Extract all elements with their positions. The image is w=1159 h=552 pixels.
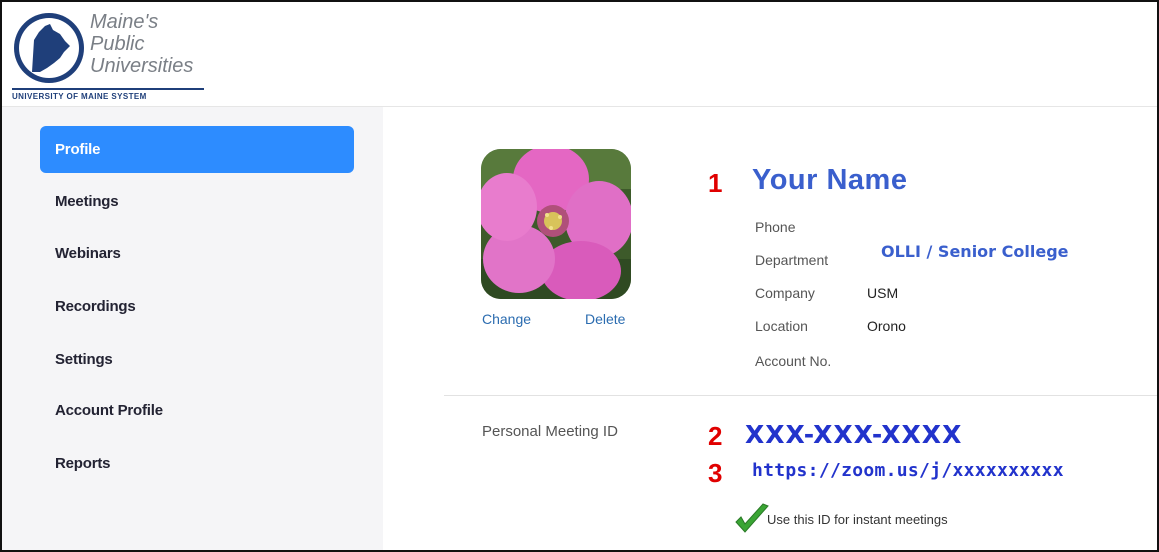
- phone-label: Phone: [755, 219, 796, 235]
- logo[interactable]: Maine's Public Universities UNIVERSITY O…: [8, 8, 204, 104]
- sidebar-item-account-profile[interactable]: Account Profile: [40, 387, 354, 434]
- maine-seal-icon: [14, 13, 84, 83]
- department-label: Department: [755, 252, 829, 268]
- delete-photo-link[interactable]: Delete: [585, 311, 625, 327]
- user-name: Your Name: [752, 164, 908, 196]
- marker-1: 1: [708, 168, 723, 198]
- sidebar-item-recordings[interactable]: Recordings: [40, 283, 354, 330]
- change-photo-link[interactable]: Change: [482, 311, 531, 327]
- sidebar-item-meetings[interactable]: Meetings: [40, 178, 354, 225]
- header: Maine's Public Universities UNIVERSITY O…: [2, 2, 1157, 107]
- logo-text-line3: Universities: [90, 55, 194, 77]
- sidebar-item-reports[interactable]: Reports: [40, 440, 354, 487]
- sidebar-item-webinars[interactable]: Webinars: [40, 230, 354, 277]
- account-no-label: Account No.: [755, 353, 832, 369]
- sidebar: Profile Meetings Webinars Recordings Set…: [2, 107, 383, 550]
- location-value: Orono: [867, 318, 906, 334]
- logo-text-line2: Public: [90, 33, 145, 55]
- logo-rule: [12, 88, 204, 90]
- personal-meeting-id-value: XXX-XXX-XXXX: [745, 420, 963, 449]
- sidebar-item-settings[interactable]: Settings: [40, 336, 354, 383]
- department-value: OLLI / Senior College: [881, 242, 1069, 261]
- marker-3: 3: [708, 458, 723, 488]
- personal-meeting-url-link[interactable]: https://zoom.us/j/xxxxxxxxxx: [752, 460, 1064, 481]
- company-value: USM: [867, 285, 899, 301]
- logo-system-text: UNIVERSITY OF MAINE SYSTEM: [12, 92, 147, 101]
- checkmark-icon[interactable]: [733, 502, 771, 538]
- location-label: Location: [755, 318, 808, 334]
- personal-meeting-id-label: Personal Meeting ID: [482, 423, 618, 440]
- flower-photo-icon: [481, 149, 631, 299]
- logo-text-line1: Maine's: [90, 11, 159, 33]
- instant-meetings-option-label: Use this ID for instant meetings: [767, 512, 948, 527]
- marker-2: 2: [708, 421, 723, 451]
- avatar: [481, 149, 631, 299]
- section-divider: [444, 395, 1157, 396]
- company-label: Company: [755, 285, 815, 301]
- sidebar-item-profile[interactable]: Profile: [40, 126, 354, 173]
